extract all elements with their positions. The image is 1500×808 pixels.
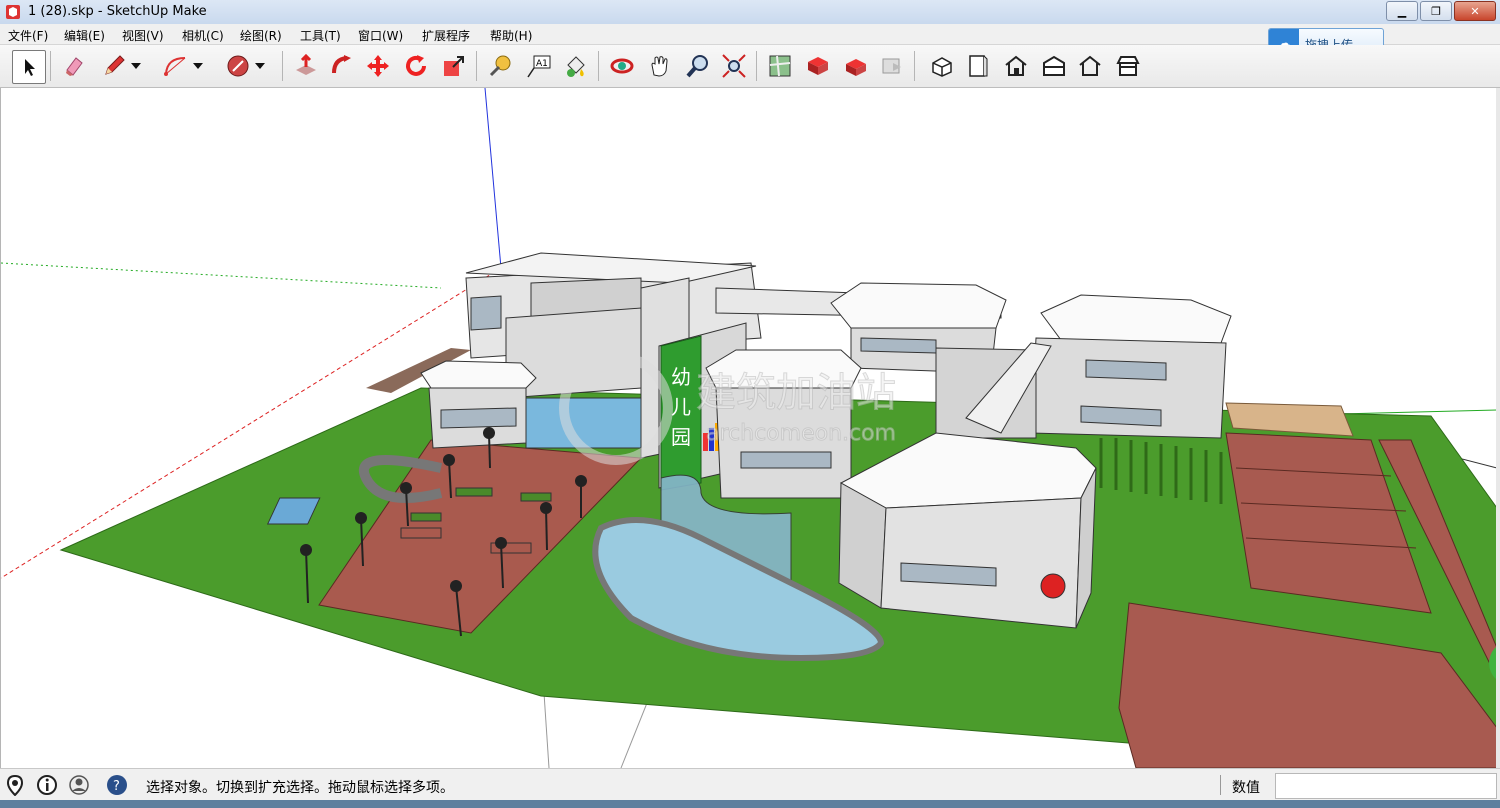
menu-tools[interactable]: 工具(T) (300, 27, 341, 44)
close-button[interactable]: ✕ (1454, 1, 1496, 21)
signage-char-1: 幼 (671, 365, 691, 389)
top-view-icon[interactable] (962, 50, 994, 82)
user-account-icon[interactable] (68, 774, 90, 796)
geo-location-status-icon[interactable] (4, 774, 26, 796)
watermark-url: archcomeon.com (706, 421, 896, 446)
planter (520, 492, 552, 502)
green-axis-line (1, 262, 442, 289)
menu-edit[interactable]: 编辑(E) (64, 27, 105, 44)
red-round-window (1040, 573, 1066, 599)
blue-axis-line (484, 88, 502, 269)
window-title: 1 (28).skp - SketchUp Make (28, 4, 207, 19)
signage-char-2: 儿 (671, 395, 691, 419)
planter (455, 487, 493, 497)
octagon-roof (830, 282, 1007, 329)
minimize-button[interactable]: ▁ (1386, 1, 1418, 21)
os-taskbar (0, 800, 1500, 808)
tape-measure-icon[interactable] (484, 50, 516, 82)
watermark-name: 建筑加油站 (696, 370, 896, 416)
title-bar: 1 (28).skp - SketchUp Make ▁ ❐ ✕ (0, 0, 1500, 25)
right-view-icon[interactable] (1038, 50, 1070, 82)
polygon-icon[interactable] (222, 50, 254, 82)
warehouse-icon[interactable] (802, 50, 834, 82)
planter (400, 527, 442, 539)
model-viewport[interactable]: 幼 儿 园 建筑加油站 archcomeon.com (0, 88, 1497, 768)
text-icon[interactable]: A1 (522, 50, 554, 82)
sketchup-window: 1 (28).skp - SketchUp Make ▁ ❐ ✕ 文件(F) 编… (0, 0, 1500, 808)
viewport-edge (1496, 88, 1500, 768)
move-icon[interactable] (362, 50, 394, 82)
octagon-roof (1040, 294, 1232, 344)
menu-view[interactable]: 视图(V) (122, 27, 164, 44)
status-bar: ? 选择对象。切换到扩充选择。拖动鼠标选择多项。 数值 (0, 768, 1500, 801)
zoom-icon[interactable] (682, 50, 714, 82)
menu-help[interactable]: 帮助(H) (490, 27, 532, 44)
arc-icon[interactable] (160, 50, 192, 82)
left-view-icon[interactable] (1112, 50, 1144, 82)
orbit-icon[interactable] (606, 50, 638, 82)
sketchup-app-icon (6, 5, 20, 19)
menu-file[interactable]: 文件(F) (8, 27, 48, 44)
menu-window[interactable]: 窗口(W) (358, 27, 403, 44)
status-message: 选择对象。切换到扩充选择。拖动鼠标选择多项。 (146, 780, 454, 796)
menu-draw[interactable]: 绘图(R) (240, 27, 282, 44)
pencil-dropdown-chevron-down-icon[interactable] (128, 50, 144, 82)
menu-camera[interactable]: 相机(C) (182, 27, 224, 44)
follow-me-icon[interactable] (326, 50, 358, 82)
measurements-input[interactable] (1275, 773, 1497, 799)
back-view-icon[interactable] (1074, 50, 1106, 82)
eraser-icon[interactable] (58, 50, 90, 82)
octagon-roof (420, 360, 537, 389)
info-icon[interactable] (36, 774, 58, 796)
front-view-icon[interactable] (1000, 50, 1032, 82)
measurements-label: 数值 (1232, 780, 1260, 796)
push-pull-icon[interactable] (290, 50, 322, 82)
pencil-icon[interactable] (98, 50, 130, 82)
signage-char-3: 园 (671, 425, 691, 449)
select-icon[interactable] (12, 50, 46, 84)
geo-location-icon[interactable] (764, 50, 796, 82)
pan-icon[interactable] (644, 50, 676, 82)
main-toolbar: A1 (0, 45, 1500, 88)
rotate-icon[interactable] (400, 50, 432, 82)
help-icon[interactable]: ? (106, 774, 128, 796)
glass-lobby (525, 397, 652, 449)
extension-warehouse-icon[interactable] (840, 50, 872, 82)
paint-bucket-icon[interactable] (560, 50, 592, 82)
arc-dropdown-chevron-down-icon[interactable] (190, 50, 206, 82)
restore-button[interactable]: ❐ (1420, 1, 1452, 21)
planter (410, 512, 442, 522)
menu-extensions[interactable]: 扩展程序 (422, 27, 470, 44)
svg-text:?: ? (113, 779, 120, 794)
iso-view-icon[interactable] (926, 50, 958, 82)
polygon-dropdown-chevron-down-icon[interactable] (252, 50, 268, 82)
zoom-extents-icon[interactable] (718, 50, 750, 82)
text-tool-label: A1 (536, 59, 548, 69)
scene-canvas: 幼 儿 园 建筑加油站 archcomeon.com (1, 88, 1497, 768)
scale-icon[interactable] (438, 50, 470, 82)
layout-icon[interactable] (876, 50, 908, 82)
